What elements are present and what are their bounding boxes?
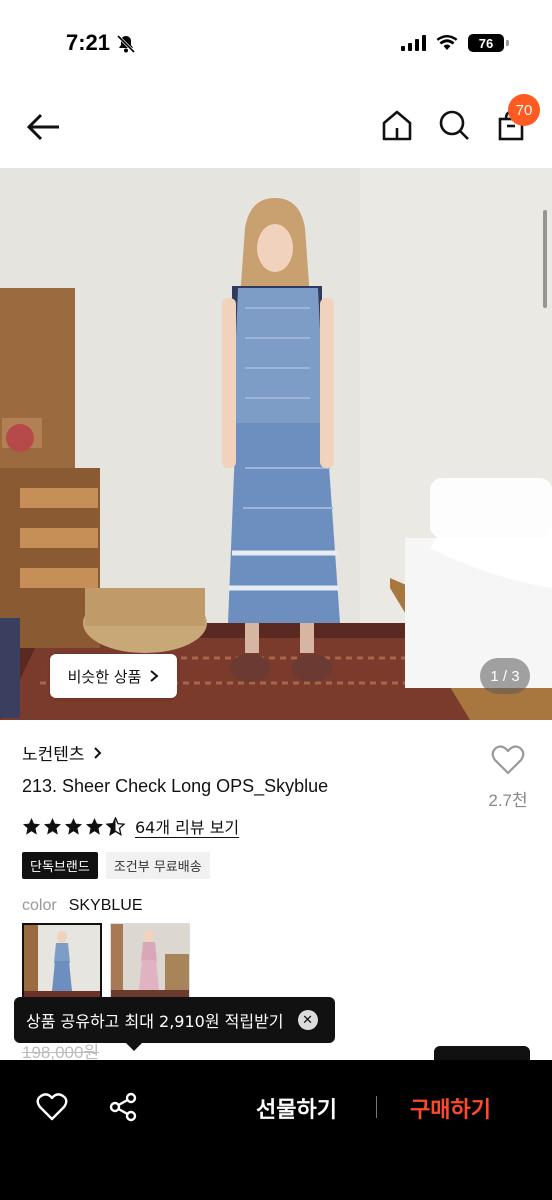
cart-count-badge: 70 [508, 94, 540, 126]
image-scrollbar [543, 210, 547, 308]
gift-button[interactable]: 선물하기 [256, 1092, 337, 1124]
product-image[interactable]: 비슷한 상품 1 / 3 [0, 168, 552, 720]
star-half-icon [106, 816, 125, 836]
color-row: color SKYBLUE [22, 897, 143, 915]
exclusive-brand-badge: 단독브랜드 [22, 852, 98, 879]
buy-button[interactable]: 구매하기 [410, 1092, 491, 1124]
color-swatch-skyblue[interactable] [22, 923, 102, 1003]
tooltip-text: 상품 공유하고 최대 2,910원 적립받기 [26, 1012, 284, 1031]
bottom-action-bar: 선물하기 구매하기 [0, 1060, 552, 1200]
similar-products-label: 비슷한 상품 [67, 667, 142, 686]
color-value: SKYBLUE [68, 897, 143, 914]
bottom-divider [376, 1096, 377, 1118]
chevron-right-icon [93, 746, 101, 759]
review-link[interactable]: 64개 리뷰 보기 [135, 814, 239, 838]
like-section: 2.7천 [484, 744, 532, 811]
star-full-icon [85, 817, 104, 835]
star-full-icon [64, 817, 83, 835]
home-icon[interactable] [380, 108, 414, 142]
free-shipping-badge: 조건부 무료배송 [105, 852, 210, 879]
product-photo [0, 168, 552, 720]
signal-icon [401, 35, 426, 51]
share-icon[interactable] [108, 1092, 138, 1122]
battery-icon: 76 [468, 34, 509, 52]
status-bar: 7:21 76 [0, 0, 552, 90]
heart-icon[interactable] [491, 744, 525, 776]
swatch-thumbnail [111, 924, 189, 1002]
share-reward-tooltip: 상품 공유하고 최대 2,910원 적립받기 ✕ [14, 997, 335, 1051]
back-arrow-icon[interactable] [26, 112, 62, 142]
heart-icon[interactable] [36, 1092, 68, 1122]
color-label: color [22, 897, 57, 914]
star-full-icon [22, 817, 41, 835]
status-time: 7:21 [66, 30, 111, 55]
swatch-thumbnail [24, 925, 100, 1001]
similar-products-button[interactable]: 비슷한 상품 [50, 654, 177, 698]
like-count: 2.7천 [488, 791, 528, 810]
star-full-icon [43, 817, 62, 835]
product-title: 213. Sheer Check Long OPS_Skyblue [22, 776, 329, 796]
bell-slash-icon [116, 34, 136, 54]
rating-row: 64개 리뷰 보기 [22, 814, 239, 838]
brand-link[interactable]: 노컨텐츠 [22, 740, 102, 765]
badge-row: 단독브랜드 조건부 무료배송 [22, 852, 210, 879]
status-indicators: 76 [401, 34, 509, 52]
close-icon[interactable]: ✕ [297, 1010, 318, 1030]
top-nav-bar: 70 [0, 90, 552, 168]
color-swatch-pink[interactable] [110, 923, 190, 1003]
image-page-indicator: 1 / 3 [480, 658, 530, 694]
search-icon[interactable] [437, 108, 471, 142]
wifi-icon [436, 35, 458, 50]
chevron-right-icon [150, 670, 159, 682]
brand-name: 노컨텐츠 [22, 745, 85, 765]
